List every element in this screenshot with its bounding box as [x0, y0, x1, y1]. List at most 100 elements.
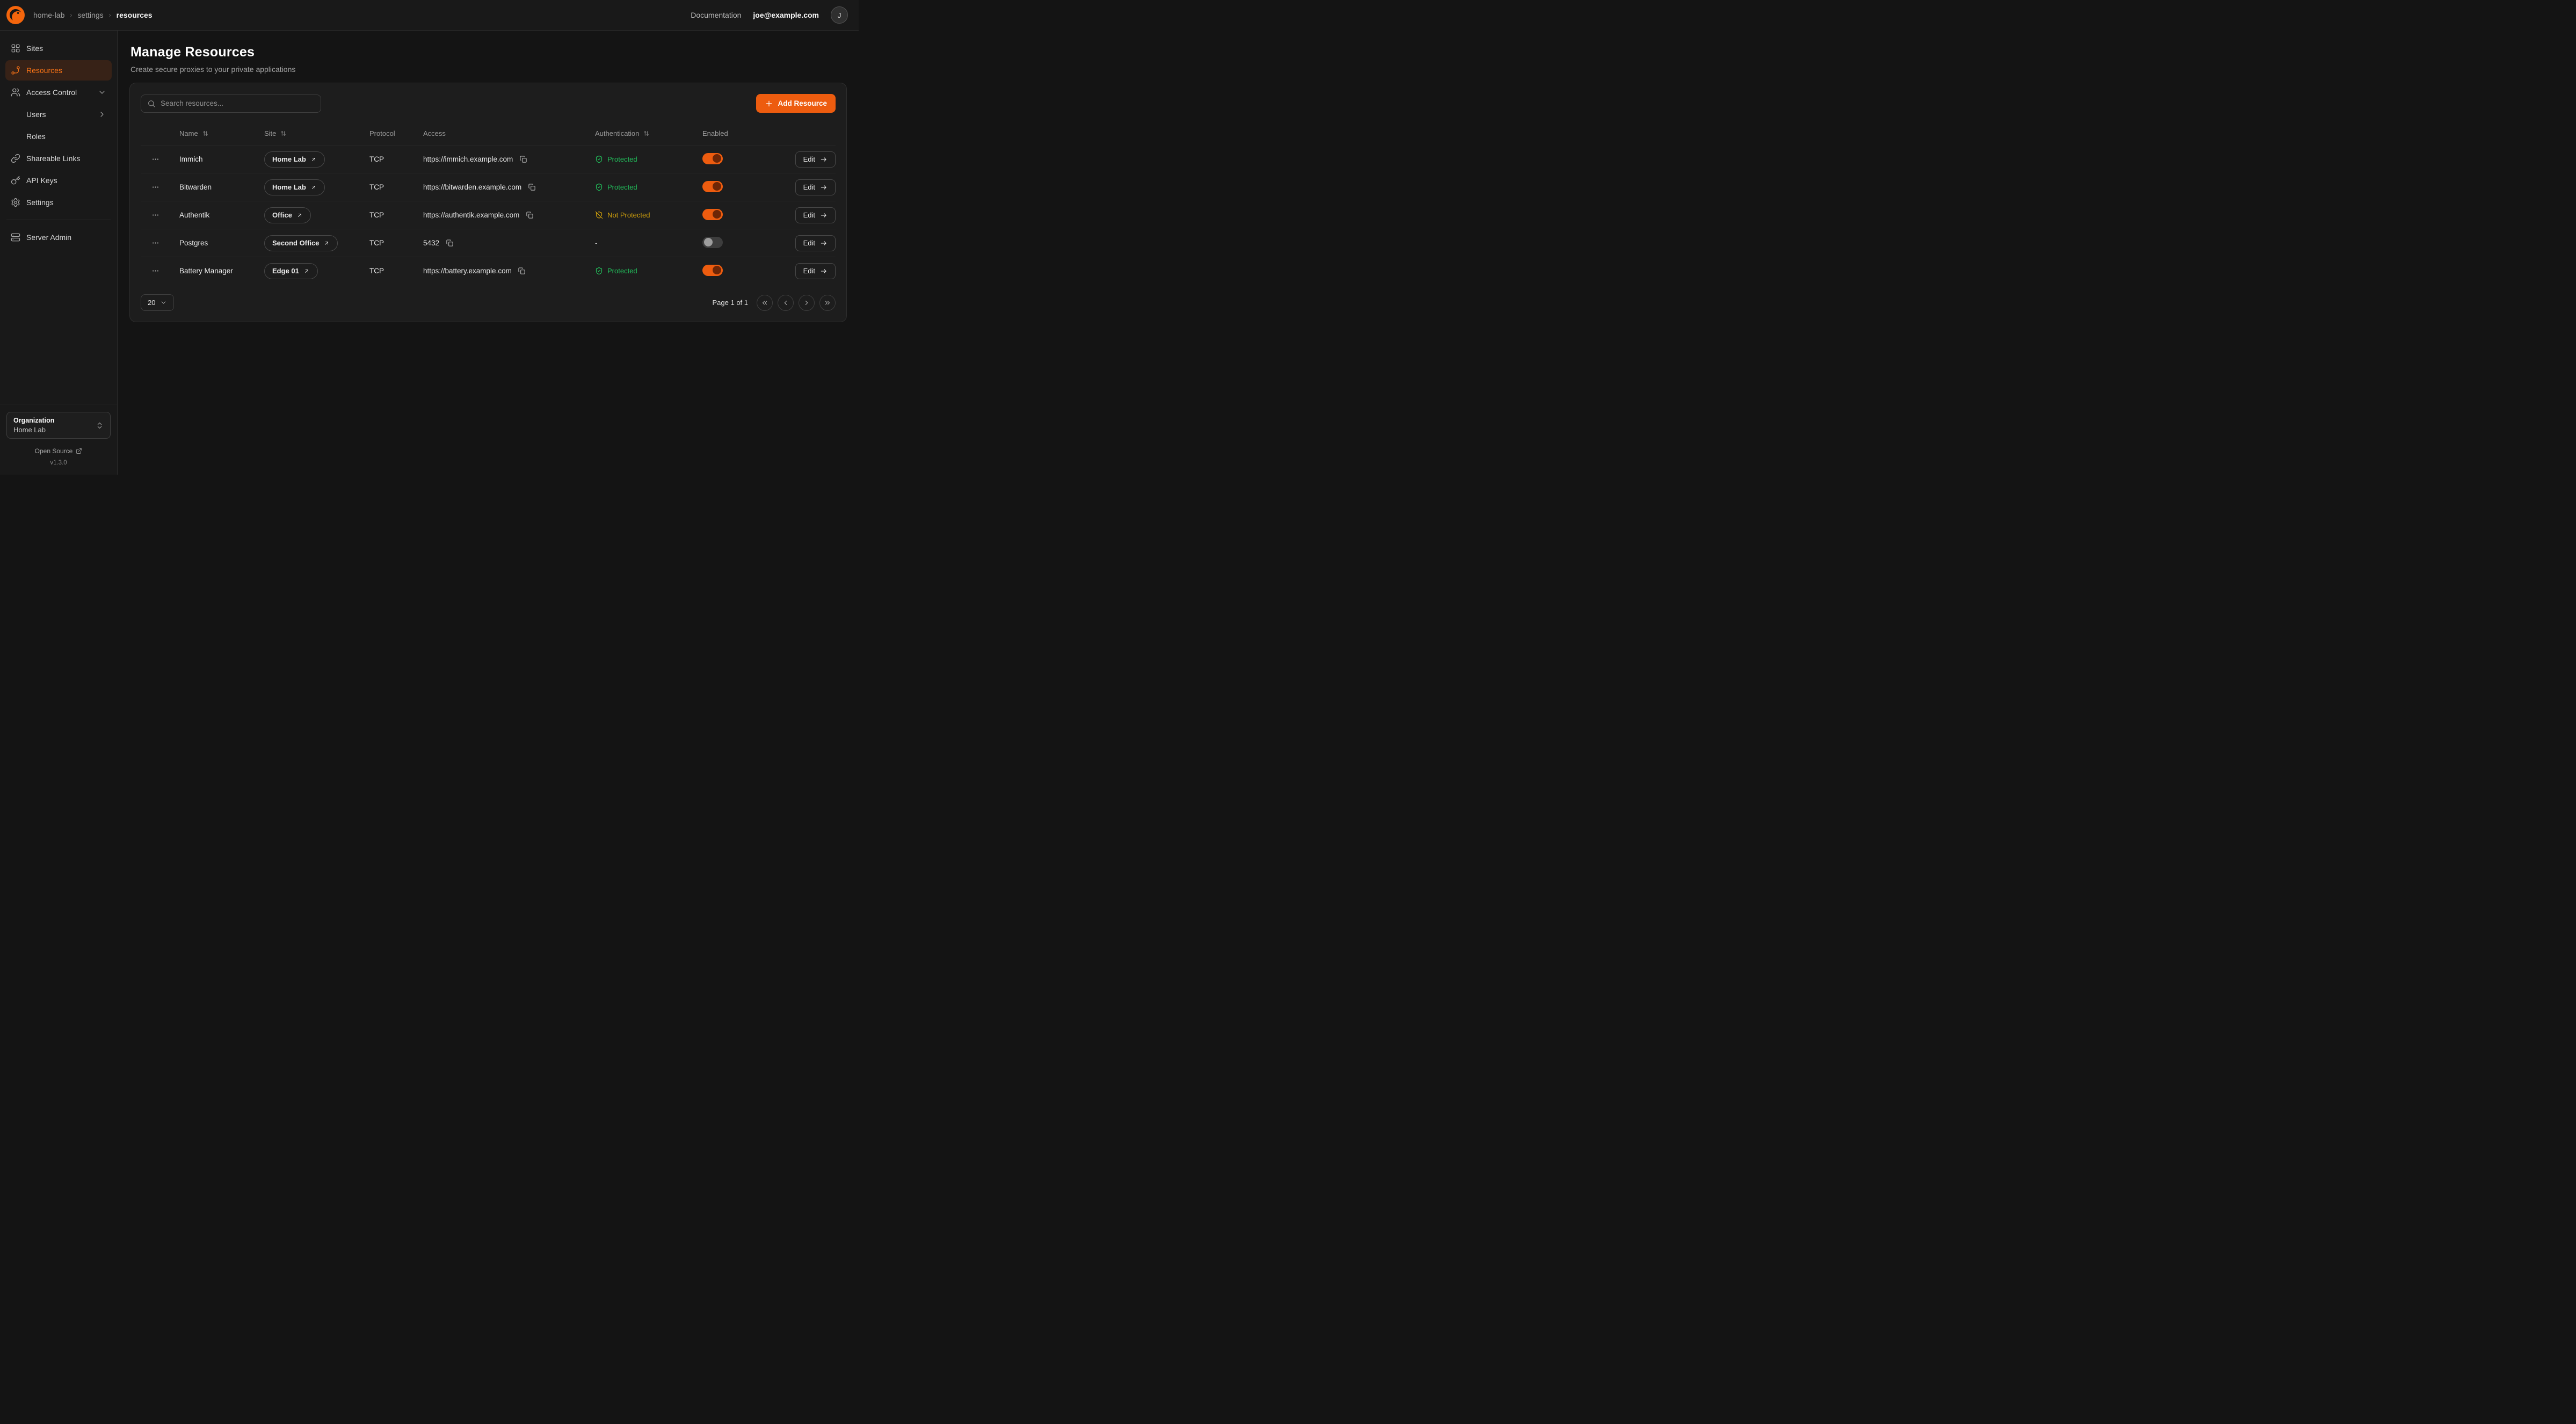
edit-button[interactable]: Edit — [795, 151, 836, 168]
table-row: BitwardenHome LabTCPhttps://bitwarden.ex… — [141, 173, 836, 201]
sidebar-item-shareable-links[interactable]: Shareable Links — [5, 148, 112, 169]
sidebar-item-label: Settings — [26, 198, 54, 207]
row-actions-button[interactable] — [148, 236, 162, 250]
access-url: https://bitwarden.example.com — [423, 183, 521, 191]
sort-icon — [280, 130, 287, 137]
table-row: AuthentikOfficeTCPhttps://authentik.exam… — [141, 201, 836, 229]
page-size-select[interactable]: 20 — [141, 294, 174, 311]
sidebar-item-roles[interactable]: Roles — [5, 126, 112, 147]
column-header-name[interactable]: Name — [179, 129, 264, 137]
documentation-link[interactable]: Documentation — [691, 11, 741, 19]
copy-button[interactable] — [525, 211, 534, 220]
pager: Page 1 of 1 — [713, 295, 836, 311]
enabled-toggle[interactable] — [702, 265, 723, 276]
site-link[interactable]: Home Lab — [264, 151, 325, 168]
access-cell: https://battery.example.com — [423, 267, 595, 275]
resource-name: Postgres — [179, 239, 264, 247]
copy-button[interactable] — [445, 239, 454, 248]
sidebar-item-users[interactable]: Users — [5, 104, 112, 125]
org-selector[interactable]: Organization Home Lab — [6, 412, 111, 439]
toggle-knob — [713, 210, 721, 219]
access-cell: https://immich.example.com — [423, 155, 595, 164]
site-cell: Home Lab — [264, 179, 369, 195]
breadcrumb-home-lab[interactable]: home-lab — [33, 11, 64, 19]
sidebar-item-resources[interactable]: Resources — [5, 60, 112, 81]
site-link[interactable]: Office — [264, 207, 311, 223]
site-link[interactable]: Home Lab — [264, 179, 325, 195]
prev-page-button[interactable] — [778, 295, 794, 311]
sidebar-item-label: Server Admin — [26, 233, 71, 242]
site-name: Home Lab — [272, 183, 306, 191]
toggle-knob — [704, 238, 713, 246]
row-actions-button[interactable] — [148, 180, 162, 194]
site-cell: Edge 01 — [264, 263, 369, 279]
site-name: Edge 01 — [272, 267, 299, 275]
site-cell: Second Office — [264, 235, 369, 251]
sidebar-item-label: Shareable Links — [26, 154, 80, 163]
chevrons-up-down-icon — [96, 422, 104, 430]
site-link[interactable]: Edge 01 — [264, 263, 318, 279]
shield-check-icon — [595, 155, 603, 163]
copy-button[interactable] — [519, 155, 527, 164]
last-page-button[interactable] — [819, 295, 836, 311]
ellipsis-icon — [151, 267, 159, 275]
row-actions-button[interactable] — [148, 208, 162, 222]
open-source-link[interactable]: Open Source — [6, 447, 111, 455]
auth-status: Protected — [595, 267, 702, 275]
column-header-protocol: Protocol — [369, 129, 423, 137]
column-header-site[interactable]: Site — [264, 129, 369, 137]
table-row: ImmichHome LabTCPhttps://immich.example.… — [141, 145, 836, 173]
pagination — [757, 295, 836, 311]
column-label: Name — [179, 129, 198, 137]
copy-icon — [446, 239, 454, 247]
app-logo[interactable] — [6, 6, 25, 24]
site-name: Second Office — [272, 239, 319, 247]
site-cell: Home Lab — [264, 151, 369, 168]
toggle-knob — [713, 154, 721, 163]
enabled-toggle[interactable] — [702, 237, 723, 248]
topbar-right: Documentation joe@example.com J — [691, 6, 848, 24]
sidebar-item-label: Resources — [26, 66, 62, 75]
edit-button[interactable]: Edit — [795, 179, 836, 195]
enabled-toggle[interactable] — [702, 209, 723, 220]
breadcrumb-resources[interactable]: resources — [117, 11, 153, 19]
access-cell: https://authentik.example.com — [423, 211, 595, 220]
gear-icon — [11, 198, 20, 207]
resources-card: Add Resource NameSiteProtocolAccessAuthe… — [129, 83, 847, 322]
auth-status: Protected — [595, 155, 702, 163]
first-page-button[interactable] — [757, 295, 773, 311]
sidebar-item-settings[interactable]: Settings — [5, 192, 112, 213]
enabled-toggle[interactable] — [702, 153, 723, 164]
enabled-toggle[interactable] — [702, 181, 723, 192]
copy-button[interactable] — [518, 267, 526, 275]
row-actions-button[interactable] — [148, 152, 162, 166]
edit-button[interactable]: Edit — [795, 263, 836, 279]
breadcrumb-settings[interactable]: settings — [77, 11, 103, 19]
edit-cell: Edit — [795, 207, 836, 223]
add-resource-button[interactable]: Add Resource — [756, 94, 836, 113]
access-url: 5432 — [423, 239, 439, 247]
column-header-authentication[interactable]: Authentication — [595, 129, 702, 137]
edit-cell: Edit — [795, 179, 836, 195]
sidebar: Sites Resources Access ControlUsersRoles Sh… — [0, 31, 118, 475]
sidebar-item-api-keys[interactable]: API Keys — [5, 170, 112, 191]
enabled-cell — [702, 265, 778, 278]
row-actions-button[interactable] — [148, 264, 162, 278]
enabled-cell — [702, 181, 778, 194]
site-link[interactable]: Second Office — [264, 235, 338, 251]
resources-table: NameSiteProtocolAccessAuthenticationEnab… — [141, 121, 836, 285]
link-icon — [11, 154, 20, 163]
sidebar-item-label: Sites — [26, 44, 43, 53]
avatar[interactable]: J — [831, 6, 848, 24]
copy-button[interactable] — [527, 183, 536, 192]
sidebar-item-access-control[interactable]: Access Control — [5, 82, 112, 103]
ellipsis-icon — [151, 155, 159, 163]
sidebar-item-sites[interactable]: Sites — [5, 38, 112, 59]
edit-button[interactable]: Edit — [795, 235, 836, 251]
edit-button[interactable]: Edit — [795, 207, 836, 223]
next-page-button[interactable] — [799, 295, 815, 311]
external-link-icon — [76, 448, 82, 454]
sidebar-item-server-admin[interactable]: Server Admin — [5, 227, 112, 248]
protocol: TCP — [369, 239, 423, 247]
search-input[interactable] — [161, 99, 315, 107]
